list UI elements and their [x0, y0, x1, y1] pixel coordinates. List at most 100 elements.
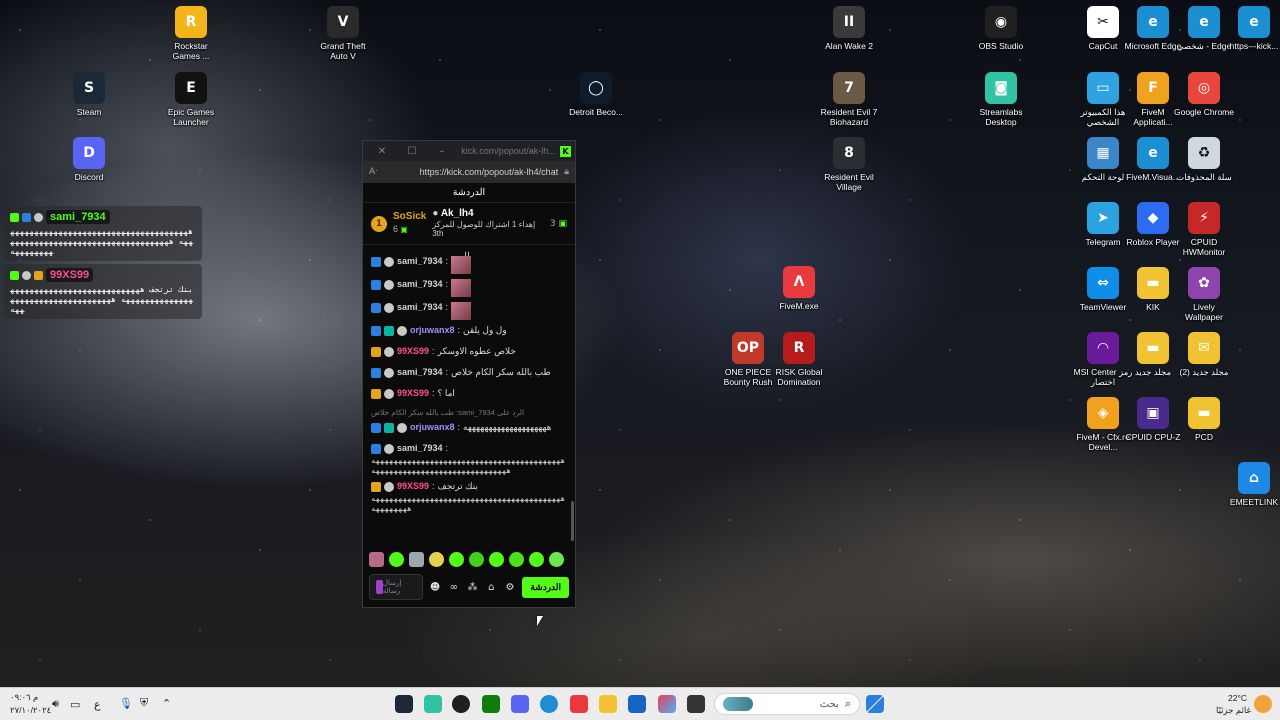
close-window-icon[interactable]: ✕ [367, 146, 397, 157]
desktop-shortcut-rockstar[interactable]: R Rockstar Games ... [160, 6, 222, 61]
desktop-shortcut-edge3[interactable]: e https---kick... [1223, 6, 1280, 51]
taskbar-task-view-icon[interactable] [687, 695, 705, 713]
chat-scrollbar[interactable] [571, 501, 574, 541]
weather-description[interactable]: غائم جزئيًا [1216, 705, 1251, 716]
chat-username[interactable]: sami_7934 [397, 443, 443, 453]
chat-username[interactable]: 99XS99 [397, 388, 429, 398]
emote-cat-grey-icon[interactable] [409, 551, 424, 567]
emote-yellow-face-icon[interactable] [429, 551, 444, 567]
chat-message[interactable]: orjuwanx8: ول ول يلقن [371, 322, 569, 343]
desktop-shortcut-recycle[interactable]: ♻ سلة المحذوفات [1173, 137, 1235, 182]
desktop-shortcut-re7[interactable]: 7 Resident Evil 7 Biohazard [818, 72, 880, 127]
chat-message[interactable]: 99XS99: خلاص عطوه الاوسكر [371, 343, 569, 364]
chat-message-input[interactable]: إرسال رسالة [369, 574, 423, 600]
taskbar-fivem-icon[interactable] [570, 695, 588, 713]
weather-temperature[interactable]: 22°C [1228, 693, 1247, 703]
window-titlebar[interactable]: ✕ ☐ – kick.com/popout/ak-lh... K [363, 141, 575, 161]
settings-gear-icon[interactable]: ⚙ [504, 582, 517, 593]
desktop-shortcut-gta[interactable]: V Grand Theft Auto V [312, 6, 374, 61]
chat-username[interactable]: sami_7934 [397, 302, 443, 312]
desktop-shortcut-alanwake[interactable]: II Alan Wake 2 [818, 6, 880, 51]
chat-username[interactable]: orjuwanx8 [410, 325, 455, 335]
taskbar-steam-icon[interactable] [395, 695, 413, 713]
chat-username[interactable]: sami_7934 [397, 279, 443, 289]
chat-message[interactable]: sami_7934: [371, 440, 569, 456]
reply-reference[interactable]: الرد على sami_7934: طب بالله سكر الكام خ… [371, 406, 569, 419]
window-title: kick.com/popout/ak-lh... [461, 146, 556, 156]
read-aloud-icon[interactable]: Aᐧ [369, 167, 377, 177]
emote-kick-smile-icon[interactable] [489, 551, 504, 567]
url-text[interactable]: https://kick.com/popout/ak-lh4/chat [383, 167, 559, 177]
chat-message[interactable]: sami_7934: [371, 299, 569, 322]
infinity-icon[interactable]: ∞ [447, 582, 460, 593]
chat-emote-image[interactable] [451, 279, 472, 297]
chat-message[interactable]: sami_7934: طب بالله سكر الكام خلاص [371, 364, 569, 385]
desktop-shortcut-discord[interactable]: D Discord [58, 137, 120, 182]
chat-message[interactable]: sami_7934: [371, 276, 569, 299]
desktop-shortcut-detroit[interactable]: ◯ Detroit Beco... [565, 72, 627, 117]
chat-send-button[interactable]: الدردشة [522, 576, 570, 598]
taskbar-store-icon[interactable] [628, 695, 646, 713]
desktop-shortcut-obs[interactable]: ◉ OBS Studio [970, 6, 1032, 51]
emote-kick-alien-icon[interactable] [469, 551, 484, 567]
desktop-shortcut-chrome[interactable]: ◎ Google Chrome [1173, 72, 1235, 117]
emote-kick-ghost-icon[interactable] [449, 551, 464, 567]
minimize-window-icon[interactable]: – [427, 146, 457, 157]
chat-emote-image[interactable] [451, 302, 472, 320]
emote-kick-laugh-icon[interactable] [529, 551, 544, 567]
desktop-shortcut-lively[interactable]: ✿ Lively Wallpaper [1173, 267, 1235, 322]
edge-kick-shortcut-icon: e [1238, 6, 1270, 38]
chat-username[interactable]: 99XS99 [397, 346, 429, 356]
chat-message[interactable]: 99XS99: بنك ترتجف [371, 478, 569, 494]
taskbar-discord-icon[interactable] [511, 695, 529, 713]
chat-message[interactable]: 99XS99: اما ؟ [371, 385, 569, 406]
chat-message-list[interactable]: sami_7934: sami_7934: sami_7934: orjuwanx8:… [363, 253, 575, 543]
desktop-shortcut-risk[interactable]: R RISK Global Domination [768, 332, 830, 387]
volume-icon[interactable]: 🔊︎ [52, 698, 59, 711]
taskbar-edge-icon[interactable] [540, 695, 558, 713]
emote-kick-love-icon[interactable] [549, 551, 564, 567]
taskbar-copilot-icon[interactable] [658, 695, 676, 713]
show-hidden-icons-icon[interactable]: ⌃ [162, 697, 171, 710]
chat-username[interactable]: sami_7934 [397, 367, 443, 377]
chat-username[interactable]: orjuwanx8 [410, 422, 455, 432]
desktop-shortcut-steam[interactable]: S Steam [58, 72, 120, 117]
desktop-shortcut-fivemexe[interactable]: Λ FiveM.exe [768, 266, 830, 311]
leaderboard-streamer[interactable]: ● Ak_lh4 إهداء 1 اشتراك للوصول للمركز 3t… [432, 209, 544, 239]
chat-emote-image[interactable] [451, 256, 472, 274]
taskbar-streamlabs-icon[interactable] [424, 695, 442, 713]
chat-username[interactable]: 99XS99 [397, 481, 429, 491]
taskbar-obs-icon[interactable] [452, 695, 470, 713]
clock-date[interactable]: ٢٧/١٠/٢٠٢٤ [10, 705, 51, 716]
emoji-picker-icon[interactable]: ☻ [429, 582, 442, 593]
chat-message[interactable]: sami_7934: [371, 253, 569, 276]
lock-icon[interactable]: 🔒︎ [564, 167, 569, 177]
taskbar-file-explorer-icon[interactable] [599, 695, 617, 713]
emote-cat-icon[interactable] [369, 551, 384, 567]
desktop-shortcut-pcd[interactable]: ▬ PCD [1173, 397, 1235, 442]
chat-username[interactable]: sami_7934 [397, 256, 443, 266]
taskbar-search-box[interactable]: بحث ⌕ [714, 693, 860, 715]
community-icon[interactable]: ⁂ [466, 582, 479, 593]
maximize-window-icon[interactable]: ☐ [397, 146, 427, 157]
vpn-shield-icon[interactable]: ⛨ [140, 697, 148, 710]
desktop-shortcut-emeetlink[interactable]: ⌂ EMEETLINK [1223, 462, 1280, 507]
desktop-shortcut-re8[interactable]: 8 Resident Evil Village [818, 137, 880, 192]
weather-icon[interactable] [1254, 695, 1272, 713]
display-icon[interactable]: ▭ [70, 698, 80, 711]
store-icon[interactable]: ⌂ [485, 582, 498, 593]
leaderboard-top-user[interactable]: SoSick 6 ▣ [393, 211, 426, 236]
address-bar[interactable]: Aᐧ https://kick.com/popout/ak-lh4/chat 🔒… [363, 161, 575, 183]
chat-message[interactable]: orjuwanx8: ههههههههههههههههههههه [371, 419, 569, 440]
emote-kick-wink-icon[interactable] [509, 551, 524, 567]
microphone-icon[interactable]: 🎙︎ [119, 697, 133, 710]
language-indicator[interactable]: ع [94, 698, 101, 711]
desktop-shortcut-newfolder2[interactable]: ✉ (2) مجلد جديد [1173, 332, 1235, 377]
clock-time[interactable]: م ٠٩:٠٦ [10, 692, 38, 703]
desktop-shortcut-epic[interactable]: E Epic Games Launcher [160, 72, 222, 127]
desktop-shortcut-streamlabs[interactable]: ◙ Streamlabs Desktop [970, 72, 1032, 127]
emote-kick-green-icon[interactable] [389, 551, 404, 567]
taskbar-xbox-icon[interactable] [482, 695, 500, 713]
start-windows-icon[interactable] [866, 695, 884, 713]
desktop-shortcut-hwmonitor[interactable]: ⚡ CPUID HWMonitor [1173, 202, 1235, 257]
